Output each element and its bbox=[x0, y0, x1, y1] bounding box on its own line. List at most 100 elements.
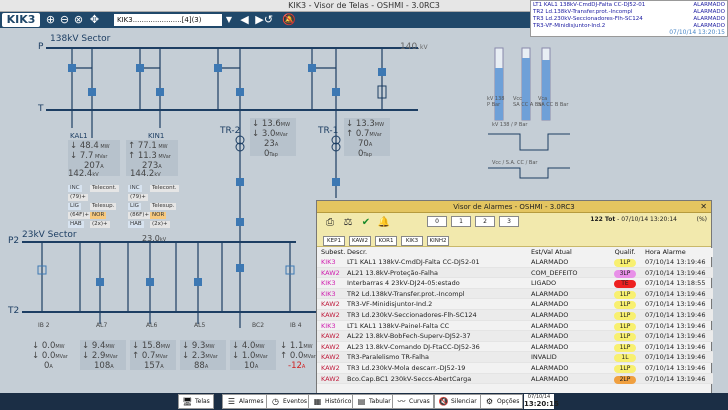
alarm-row[interactable]: KAW2 Bco.Cap.BC1 230kV-Seccs-AbertCarga AL… bbox=[317, 373, 713, 385]
alarm-table: Subest. Descr. Est/Val Atual Qualif. Hor… bbox=[317, 248, 713, 385]
priority-3-count[interactable]: 3 bbox=[499, 216, 519, 227]
alarm-row-time: 07/10/14 13:19:46 bbox=[645, 353, 706, 362]
kin1-hab-value: (2x)+ bbox=[150, 221, 170, 228]
alarm-row-qual: 1LP bbox=[609, 310, 641, 320]
alarm-viewer-title: Visor de Alarmes - OSHMI - 3.0RC3 bbox=[453, 203, 575, 211]
alarm-row-time: 07/10/14 13:19:46 bbox=[645, 363, 706, 372]
alarm-row-status: ALARMADO bbox=[531, 363, 569, 372]
bell-off-icon[interactable]: 🔕 bbox=[282, 14, 296, 26]
curvas-button[interactable]: 〰 Curvas bbox=[392, 394, 434, 409]
close-icon[interactable]: ✕ bbox=[700, 201, 707, 213]
historico-button[interactable]: ▦ Histórico bbox=[308, 394, 356, 409]
zoom-in-icon[interactable]: ⊕ bbox=[44, 14, 57, 26]
zoom-fit-icon[interactable]: ⊗ bbox=[72, 14, 85, 26]
tr1-values: ↓ 13.3MW ↑ 0.7MVar 70A 0Tap bbox=[344, 118, 390, 159]
kal1-ov-tag: (64F)+ bbox=[68, 212, 92, 219]
priority-1-count[interactable]: 1 bbox=[451, 216, 471, 227]
alarm-row[interactable]: KAW2 TR3-VF-Minidisjuntor-Ind.2 ALARMADO 1L… bbox=[317, 299, 713, 310]
ack-all-icon[interactable]: ✔ bbox=[359, 216, 373, 230]
alarm-viewer-title-bar[interactable]: Visor de Alarmes - OSHMI - 3.0RC3 ✕ bbox=[317, 201, 711, 213]
alarm-row[interactable]: KAW2 AL22 13.8kV-BobFech-Superv-DJ52-37 AL… bbox=[317, 331, 713, 342]
opcoes-button[interactable]: ⚙ Opções bbox=[480, 394, 524, 409]
station-filter-kaw2[interactable]: KAW2 bbox=[349, 236, 371, 246]
kal1-lig-tag[interactable]: LIG bbox=[68, 203, 81, 210]
table-icon: ▤ bbox=[357, 396, 366, 406]
alarm-row-sub: KAW2 bbox=[321, 332, 340, 341]
silenciar-button[interactable]: 🔇 Silenciar bbox=[434, 394, 481, 409]
print-icon[interactable]: ⎙ bbox=[323, 216, 337, 230]
telas-button[interactable]: 🖥 Telas bbox=[178, 394, 214, 409]
system-clock: 07/10/14 13:20:15 bbox=[524, 394, 559, 409]
pan-icon[interactable]: ✥ bbox=[88, 14, 101, 26]
alarm-row-sub: KAW2 bbox=[321, 342, 340, 351]
alarm-row-status: LIGADO bbox=[531, 279, 557, 288]
alarm-row-status: ALARMADO bbox=[531, 342, 569, 351]
history-icon[interactable]: ↺ bbox=[262, 14, 275, 26]
tabular-button[interactable]: ▤ Tabular bbox=[352, 394, 395, 409]
alarmes-button[interactable]: ☰ Alarmes bbox=[222, 394, 268, 409]
kin1-lig-tag[interactable]: LIG bbox=[128, 203, 141, 210]
kal1-hab-value: (2x)+ bbox=[90, 221, 110, 228]
alarm-strip-row: TR2 Ld.138kV-Transfer.prot.-Incompl ALARM… bbox=[533, 9, 725, 15]
bus-p2-label: P2 bbox=[8, 236, 20, 246]
bus-23kv-value: 23.0kV bbox=[142, 234, 167, 243]
alarm-row-descr: LT1 KAL1 138kV-Painel-Falta CC bbox=[347, 321, 450, 330]
kin1-ov-tag: (86F)+ bbox=[128, 212, 152, 219]
kal1-telecont-tag[interactable]: Telecont. bbox=[90, 185, 119, 192]
eventos-button[interactable]: ◷ Eventos bbox=[266, 394, 311, 409]
priority-2-count[interactable]: 2 bbox=[475, 216, 495, 227]
alarm-percent: (%) bbox=[696, 216, 707, 223]
station-filter-kor1[interactable]: KOR1 bbox=[375, 236, 397, 246]
gauge-bars bbox=[494, 47, 551, 121]
alarm-row-qual: 1LP bbox=[609, 321, 641, 331]
kin1-hab-tag[interactable]: HAB bbox=[128, 221, 144, 228]
trend-kv-label: kV 138 / P Bar bbox=[492, 122, 528, 128]
alarm-row-descr: AL22 13.8kV-BobFech-Superv-DJ52-37 bbox=[347, 332, 471, 341]
feeder-bc2-values: ↓ 4.0MW ↓ 1.0MVar 10A bbox=[230, 340, 276, 371]
alarm-viewer-window[interactable]: Visor de Alarmes - OSHMI - 3.0RC3 ✕ ⎙ ⚖ … bbox=[316, 200, 713, 398]
feeder-ib4-label: IB 4 bbox=[290, 322, 302, 329]
monitor-icon: 🖥 bbox=[182, 396, 193, 406]
kin1-nor-tag[interactable]: NOR bbox=[150, 212, 167, 219]
alarm-row[interactable]: KIK3 LT1 KAL1 138kV-Painel-Falta CC ALARMA… bbox=[317, 321, 713, 332]
alarm-row[interactable]: KIK3 LT1 KAL1 138kV-CmdDJ-Falta CC-DJ52-0… bbox=[317, 257, 713, 268]
alarm-row[interactable]: KIK3 TR2 Ld.138kV-Transfer.prot.-Incompl A… bbox=[317, 288, 713, 300]
kin1-telesup-tag[interactable]: Telesup. bbox=[150, 203, 177, 210]
kal1-hab-tag[interactable]: HAB bbox=[68, 221, 84, 228]
alarm-row-sub: KIK3 bbox=[321, 258, 336, 266]
zoom-out-icon[interactable]: ⊖ bbox=[58, 14, 71, 26]
station-filter-kinh2[interactable]: KINH2 bbox=[427, 236, 449, 246]
alarm-row-descr: AL21 13.8kV-Proteção-Falha bbox=[347, 268, 438, 277]
kin1-telecont-tag[interactable]: Telecont. bbox=[150, 185, 179, 192]
alarm-row-time: 07/10/14 13:19:46 bbox=[645, 310, 706, 319]
alarm-row[interactable]: KAW2 TR3 Ld.230kV-Mola descarr.-DJ52-19 AL… bbox=[317, 363, 713, 374]
chevron-down-icon[interactable]: ▼ bbox=[223, 14, 235, 26]
alarm-row-sub: KAW2 bbox=[321, 268, 340, 277]
alarm-row[interactable]: KIK3 Interbarras 4 23kV-DJ24-05:estado LIG… bbox=[317, 278, 713, 289]
alarm-row-qual: 1LP bbox=[609, 331, 641, 342]
alarm-row-time: 07/10/14 13:19:46 bbox=[645, 268, 706, 277]
station-filter-kep1[interactable]: KEP1 bbox=[323, 236, 345, 246]
alarm-row-status: COM_DEFEITO bbox=[531, 268, 578, 277]
alarm-row[interactable]: KAW2 TR3 Ld.230kV-Seccionadores-Flh-SC124… bbox=[317, 309, 713, 321]
alarm-row-descr: AL23 13.8kV-Comando DJ-FtaCC-DJ52-36 bbox=[347, 342, 480, 351]
filter-icon[interactable]: ⚖ bbox=[341, 216, 355, 230]
priority-0-count[interactable]: 0 bbox=[427, 216, 447, 227]
bell-icon[interactable]: 🔔 bbox=[377, 216, 391, 230]
feeder-al6-values: ↓ 15.8MW ↑ 0.7MVar 157A bbox=[130, 340, 176, 371]
screen-select[interactable]: KIK3......................[4](3) bbox=[114, 14, 222, 26]
kal1-kv: 142.4kV bbox=[68, 169, 99, 179]
alarm-row[interactable]: KAW2 TR3-Paralelismo TR-Falha INVALID 1L 07/… bbox=[317, 352, 713, 363]
kin1-inc-tag[interactable]: INC bbox=[128, 185, 142, 192]
alarm-row[interactable]: KAW2 AL23 13.8kV-Comando DJ-FtaCC-DJ52-36… bbox=[317, 342, 713, 353]
kal1-telesup-tag[interactable]: Telesup. bbox=[90, 203, 117, 210]
generator-value: 140.kV bbox=[400, 42, 428, 52]
feeder-al7-values: ↓ 9.4MW ↓ 2.9MVar 108A bbox=[80, 340, 126, 371]
kal1-label: KAL1 bbox=[70, 132, 88, 140]
back-icon[interactable]: ◀ bbox=[238, 14, 251, 26]
station-filter-kik3[interactable]: KIK3 bbox=[401, 236, 423, 246]
alarm-row[interactable]: KAW2 AL21 13.8kV-Proteção-Falha COM_DEFEIT… bbox=[317, 267, 713, 279]
kal1-inc-tag[interactable]: INC bbox=[68, 185, 82, 192]
alarm-row-qual: TE bbox=[609, 278, 641, 289]
kal1-nor-tag[interactable]: NOR bbox=[90, 212, 107, 219]
